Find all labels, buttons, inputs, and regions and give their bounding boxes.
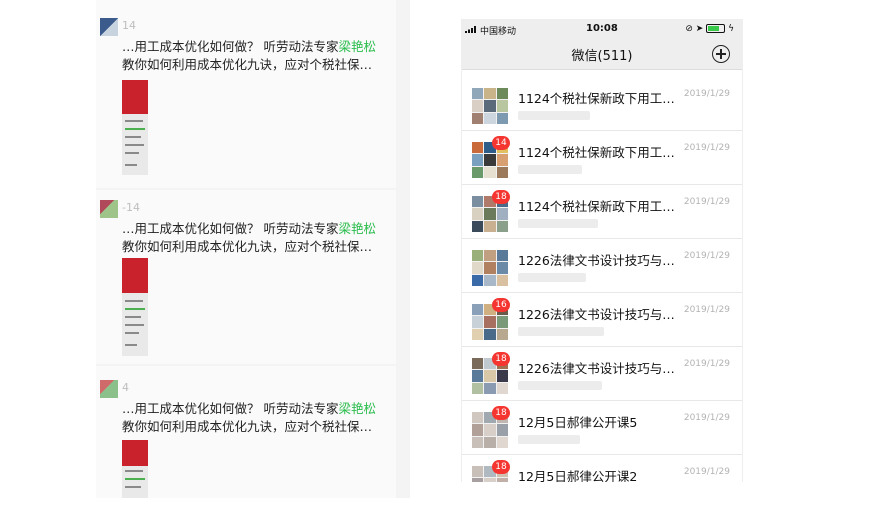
- location-icon: ➤: [695, 24, 704, 34]
- battery-icon: [706, 24, 726, 33]
- post-text-line-2: 教你如何利用成本优化九诀，应对个税社保…: [122, 239, 373, 254]
- post-text: …用工成本优化如何做？ 听劳动法专家: [122, 221, 339, 236]
- post-text-line-1: …用工成本优化如何做？ 听劳动法专家梁艳松: [122, 38, 376, 56]
- unread-badge: 18: [492, 460, 510, 474]
- message-preview: [518, 273, 586, 282]
- chat-list-item[interactable]: 18 1124个税社保新政下用工… 2019/1/29: [462, 184, 742, 239]
- moment-post[interactable]: 14 …用工成本优化如何做？ 听劳动法专家梁艳松 教你如何利用成本优化九诀，应对…: [96, 0, 396, 188]
- nav-bar: 微信(511): [462, 39, 742, 70]
- chat-date: 2019/1/29: [683, 251, 730, 261]
- signal-icon: [465, 26, 476, 33]
- chat-date: 2019/1/29: [683, 305, 730, 315]
- chat-title: 1124个税社保新政下用工…: [518, 91, 675, 106]
- message-preview: [518, 165, 582, 174]
- message-preview: [518, 381, 602, 390]
- post-image-thumbnail[interactable]: [122, 258, 148, 356]
- post-author-name[interactable]: 14: [122, 19, 136, 32]
- avatar[interactable]: [100, 200, 118, 218]
- carrier-label: 中国移动: [480, 27, 517, 37]
- chat-title: 1124个税社保新政下用工…: [518, 199, 675, 214]
- post-author-name[interactable]: -14: [122, 201, 140, 214]
- chat-list-item[interactable]: 14 1124个税社保新政下用工… 2019/1/29: [462, 130, 742, 185]
- group-avatar: [472, 250, 508, 286]
- add-plus-icon[interactable]: [712, 45, 730, 63]
- chat-list-item[interactable]: 18 12月5日郝律公开课5 2019/1/29: [462, 400, 742, 455]
- expert-name-link[interactable]: 梁艳松: [338, 39, 376, 54]
- chat-list-item[interactable]: 1226法律文书设计技巧与… 2019/1/29: [462, 238, 742, 293]
- message-preview: [518, 111, 590, 120]
- message-preview: [518, 219, 598, 228]
- chat-date: 2019/1/29: [683, 359, 730, 369]
- post-image-thumbnail[interactable]: [122, 80, 148, 175]
- avatar[interactable]: [100, 380, 118, 398]
- moment-post[interactable]: 4 …用工成本优化如何做？ 听劳动法专家梁艳松 教你如何利用成本优化九诀，应对个…: [96, 366, 396, 498]
- chat-title: 12月5日郝律公开课2: [518, 469, 638, 482]
- chat-list-item[interactable]: 16 1226法律文书设计技巧与… 2019/1/29: [462, 292, 742, 347]
- post-text-line-2: 教你如何利用成本优化九诀，应对个税社保…: [122, 419, 373, 434]
- avatar[interactable]: [100, 18, 118, 36]
- expert-name-link[interactable]: 梁艳松: [338, 221, 376, 236]
- post-text: …用工成本优化如何做？ 听劳动法专家: [122, 39, 339, 54]
- chat-list-item[interactable]: 18 1226法律文书设计技巧与… 2019/1/29: [462, 346, 742, 401]
- post-author-name[interactable]: 4: [122, 381, 129, 394]
- chat-date: 2019/1/29: [683, 143, 730, 153]
- page-title: 微信(511): [571, 49, 633, 64]
- chat-title: 1226法律文书设计技巧与…: [518, 253, 675, 268]
- moments-panel: 14 …用工成本优化如何做？ 听劳动法专家梁艳松 教你如何利用成本优化九诀，应对…: [96, 0, 410, 498]
- post-text-line-1: …用工成本优化如何做？ 听劳动法专家梁艳松: [122, 220, 376, 238]
- unread-badge: 18: [492, 352, 510, 366]
- unread-badge: 18: [492, 406, 510, 420]
- status-bar: 中国移动 10:08 ⊘ ➤ ϟ: [462, 19, 742, 39]
- post-text: …用工成本优化如何做？ 听劳动法专家: [122, 401, 339, 416]
- chat-date: 2019/1/29: [683, 197, 730, 207]
- post-text-line-2: 教你如何利用成本优化九诀，应对个税社保…: [122, 57, 373, 72]
- moment-post[interactable]: -14 …用工成本优化如何做？ 听劳动法专家梁艳松 教你如何利用成本优化九诀，应…: [96, 190, 396, 364]
- chat-list-item[interactable]: 1124个税社保新政下用工… 2019/1/29: [462, 76, 742, 131]
- unread-badge: 18: [492, 190, 510, 204]
- unread-badge: 14: [492, 136, 510, 150]
- chat-date: 2019/1/29: [683, 413, 730, 423]
- clock: 10:08: [586, 23, 618, 34]
- group-avatar: [472, 88, 508, 124]
- chat-title: 12月5日郝律公开课5: [518, 415, 638, 430]
- status-icons: ⊘ ➤ ϟ: [685, 24, 734, 34]
- chat-date: 2019/1/29: [683, 89, 730, 99]
- chat-list-item[interactable]: 18 12月5日郝律公开课2 2019/1/29: [462, 454, 742, 482]
- unread-badge: 16: [492, 298, 510, 312]
- message-preview: [518, 327, 604, 336]
- wechat-phone-screen: 中国移动 10:08 ⊘ ➤ ϟ 微信(511) 1124个税社保新政下用工… …: [461, 19, 743, 482]
- post-image-thumbnail[interactable]: [122, 440, 148, 498]
- chat-title: 1226法律文书设计技巧与…: [518, 361, 675, 376]
- post-text-line-1: …用工成本优化如何做？ 听劳动法专家梁艳松: [122, 400, 376, 418]
- chat-title: 1226法律文书设计技巧与…: [518, 307, 675, 322]
- message-preview: [518, 435, 580, 444]
- lock-rotation-icon: ⊘: [685, 24, 693, 34]
- charging-icon: ϟ: [728, 24, 734, 34]
- chat-title: 1124个税社保新政下用工…: [518, 145, 675, 160]
- chat-date: 2019/1/29: [683, 467, 730, 477]
- expert-name-link[interactable]: 梁艳松: [338, 401, 376, 416]
